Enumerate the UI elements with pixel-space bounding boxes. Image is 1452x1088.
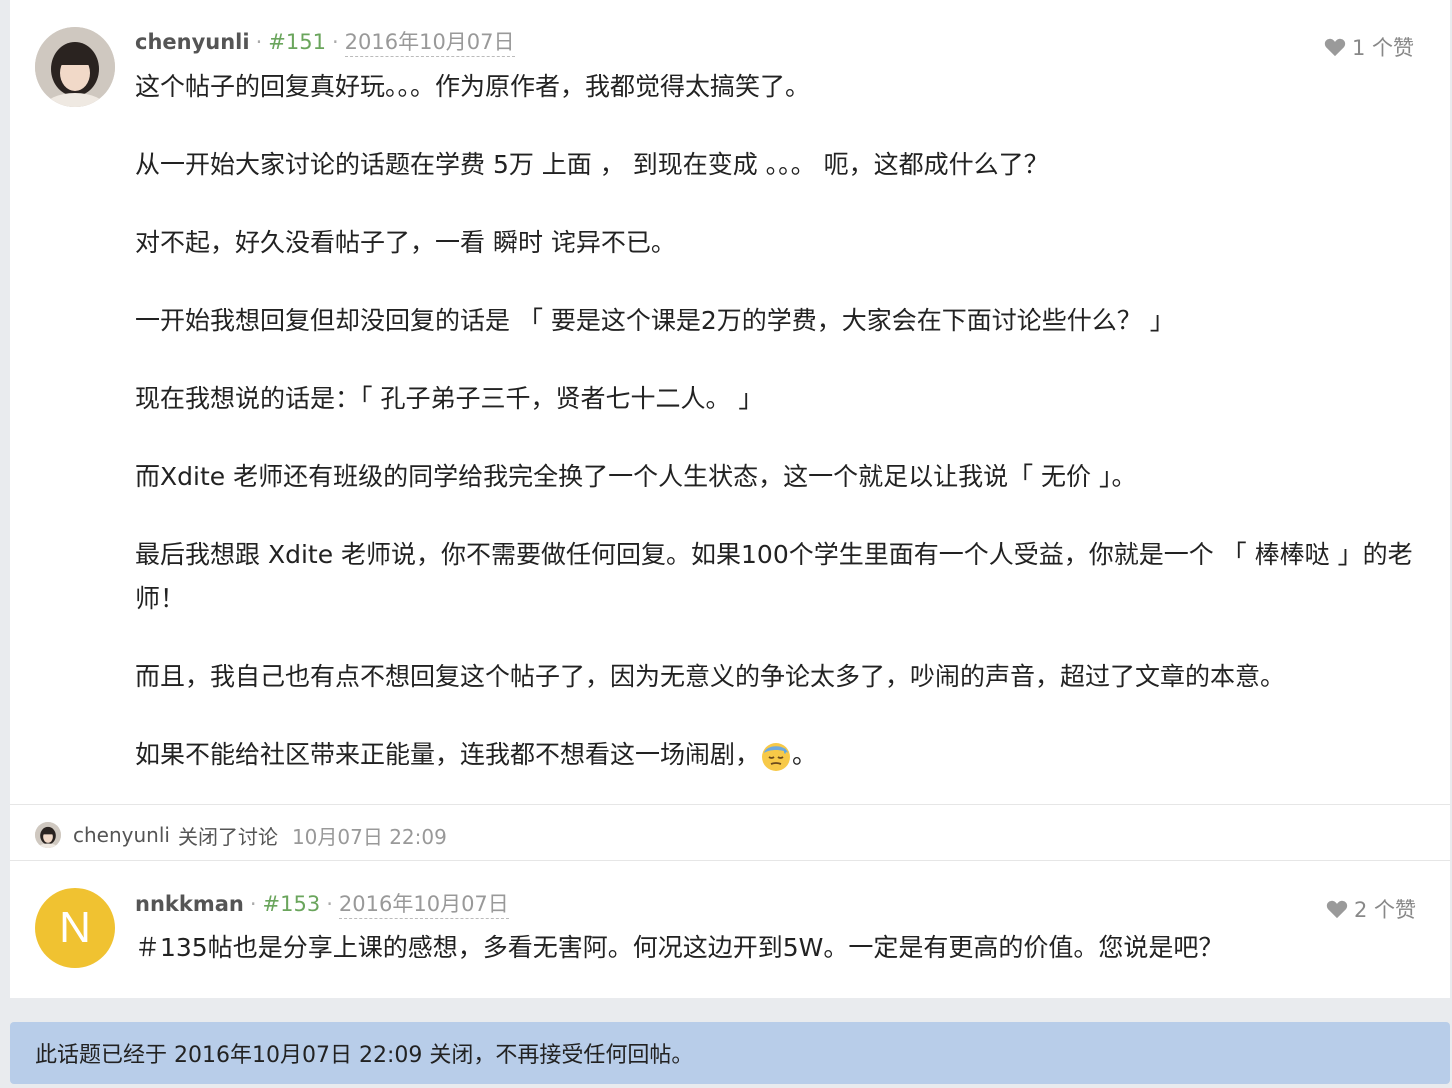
post-153: N nnkkman · #153 · 2016年10月07日 ＃135帖也是分享… bbox=[10, 862, 1450, 998]
post-meta: chenyunli · #151 · 2016年10月07日 bbox=[135, 26, 515, 57]
post-151: chenyunli · #151 · 2016年10月07日 1 个赞 这个帖子… bbox=[10, 0, 1450, 804]
post-paragraph: 而且，我自己也有点不想回复这个帖子了，因为无意义的争论太多了，吵闹的声音，超过了… bbox=[135, 662, 1286, 691]
topic-closed-notice: 此话题已经于 2016年10月07日 22:09 关闭，不再接受任何回帖。 bbox=[10, 1022, 1450, 1084]
post-number[interactable]: #153 bbox=[263, 892, 321, 916]
post-text: 如果不能给社区带来正能量，连我都不想看这一场闹剧， bbox=[135, 740, 761, 769]
small-action-closed: chenyunli 关闭了讨论 10月07日 22:09 bbox=[35, 815, 447, 855]
like-count: 2 个赞 bbox=[1353, 898, 1416, 922]
post-text-end: 。 bbox=[792, 740, 818, 769]
divider bbox=[10, 804, 1450, 805]
meta-separator: · bbox=[249, 892, 257, 916]
post-paragraph: 对不起，好久没看帖子了，一看 瞬时 诧异不已。 bbox=[135, 228, 676, 257]
heart-icon bbox=[1326, 900, 1348, 919]
meta-separator: · bbox=[255, 30, 263, 54]
post-username[interactable]: nnkkman bbox=[135, 892, 244, 916]
post-paragraph-last: 如果不能给社区带来正能量，连我都不想看这一场闹剧， 。 bbox=[135, 733, 1415, 777]
post-paragraph: ＃135帖也是分享上课的感想，多看无害阿。何况这边开到5W。一定是有更高的价值。… bbox=[135, 933, 1224, 962]
post-paragraph: 这个帖子的回复真好玩。。。作为原作者，我都觉得太搞笑了。 bbox=[135, 72, 811, 101]
post-paragraph: 而Xdite 老师还有班级的同学给我完全换了一个人生状态，这一个就足以让我说「 … bbox=[135, 462, 1137, 491]
action-username[interactable]: chenyunli bbox=[73, 823, 170, 847]
action-text: 关闭了讨论 bbox=[177, 824, 278, 849]
post-meta: nnkkman · #153 · 2016年10月07日 bbox=[135, 888, 509, 919]
post-paragraph: 现在我想说的话是：「 孔子弟子三千，贤者七十二人。 」 bbox=[135, 384, 764, 413]
post-date[interactable]: 2016年10月07日 bbox=[338, 888, 509, 919]
meta-separator: · bbox=[326, 892, 333, 916]
notice-text: 此话题已经于 2016年10月07日 22:09 关闭，不再接受任何回帖。 bbox=[35, 1043, 694, 1068]
action-time[interactable]: 10月07日 22:09 bbox=[292, 821, 447, 850]
post-paragraph: 最后我想跟 Xdite 老师说，你不需要做任何回复。如果100个学生里面有一个人… bbox=[135, 540, 1413, 613]
heart-icon bbox=[1324, 38, 1346, 57]
post-paragraph: 一开始我想回复但却没回复的话是 「 要是这个课是2万的学费，大家会在下面讨论些什… bbox=[135, 306, 1175, 335]
like-button[interactable]: 1 个赞 bbox=[1324, 32, 1414, 62]
topic-card: chenyunli · #151 · 2016年10月07日 1 个赞 这个帖子… bbox=[10, 0, 1450, 998]
post-date[interactable]: 2016年10月07日 bbox=[344, 26, 515, 57]
action-avatar[interactable] bbox=[35, 822, 61, 848]
meta-separator: · bbox=[331, 30, 339, 54]
post-number[interactable]: #151 bbox=[268, 30, 326, 54]
like-button[interactable]: 2 个赞 bbox=[1326, 894, 1416, 924]
user-avatar[interactable] bbox=[35, 27, 115, 107]
post-paragraph: 从一开始大家讨论的话题在学费 5万 上面 ， 到现在变成 。。。 呃，这都成什么… bbox=[135, 150, 1049, 179]
divider bbox=[10, 860, 1450, 861]
post-username[interactable]: chenyunli bbox=[135, 30, 250, 54]
sweat-face-icon bbox=[762, 743, 791, 771]
like-count: 1 个赞 bbox=[1351, 36, 1414, 60]
user-avatar[interactable]: N bbox=[35, 888, 115, 968]
